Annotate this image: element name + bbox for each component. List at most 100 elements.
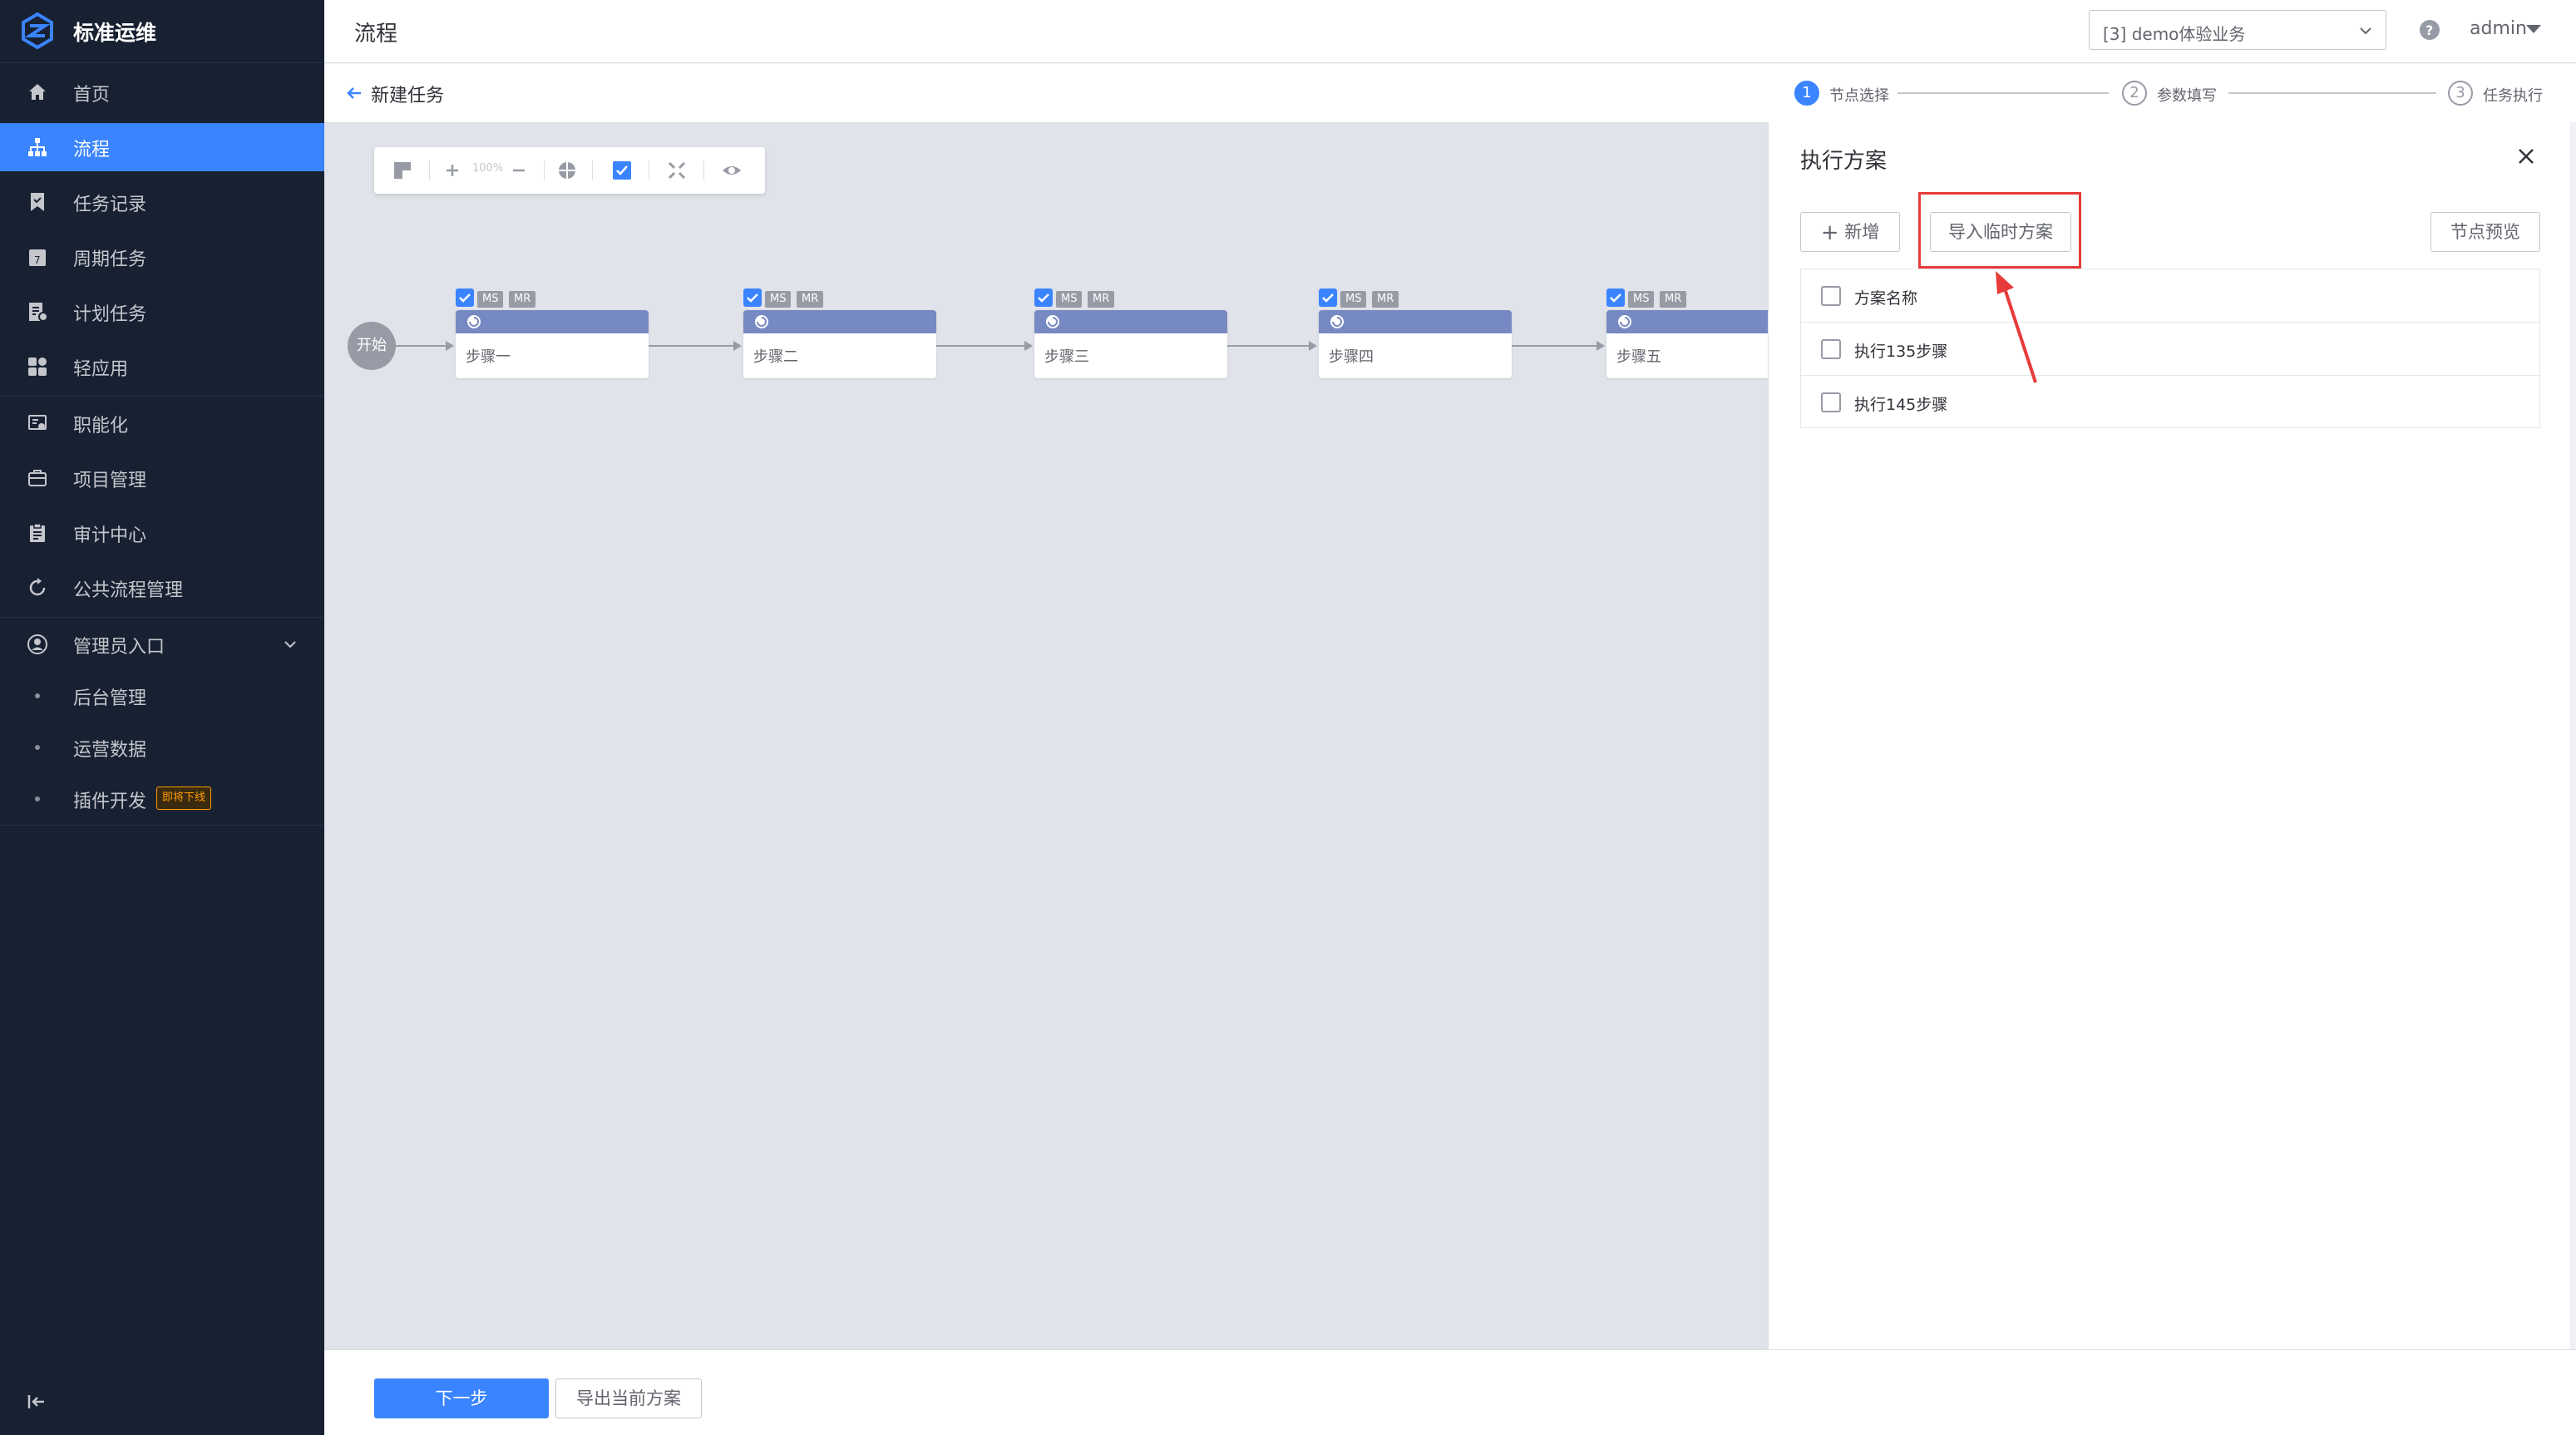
start-node[interactable]: 开始 [348, 322, 396, 370]
toolbar-divider [544, 160, 545, 180]
chevron-down-icon [284, 641, 296, 648]
sidebar-sub-item-backend[interactable]: 后台管理 [0, 672, 324, 718]
tag-mr: MR [797, 291, 824, 308]
sidebar-item-project-management[interactable]: 项目管理 [0, 454, 324, 502]
page-title: 流程 [354, 22, 398, 47]
sidebar-sub-item-plugin-dev[interactable]: 插件开发 即将下线 [0, 775, 324, 821]
node-label: 步骤二 [753, 348, 798, 366]
status-badge: 即将下线 [156, 787, 212, 810]
flow-node[interactable]: 步骤四 [1319, 310, 1512, 378]
node-type-icon [1046, 315, 1059, 328]
sidebar-item-audit-center[interactable]: 审计中心 [0, 509, 324, 557]
execution-plan-panel: 执行方案 + 新增 导入临时方案 节点预览 方案名称 执行135步骤 执行145… [1768, 122, 2570, 1349]
function-icon [28, 415, 47, 430]
plan-checkbox[interactable] [1821, 339, 1841, 359]
business-select-value: [3] demo体验业务 [2103, 24, 2246, 44]
fullscreen-icon[interactable] [665, 159, 688, 182]
column-header: 方案名称 [1854, 289, 1918, 308]
caret-down-icon[interactable] [2526, 25, 2541, 33]
node-checkbox-icon[interactable] [1319, 288, 1337, 307]
sidebar-item-task-records[interactable]: 任务记录 [0, 178, 324, 226]
node-preview-button[interactable]: 节点预览 [2430, 212, 2540, 252]
zoom-level: 100% [472, 162, 504, 175]
logo[interactable]: 标准运维 [0, 0, 324, 63]
node-header [1319, 310, 1512, 333]
step-connector [2228, 92, 2436, 94]
node-header [456, 310, 649, 333]
sidebar-item-light-apps[interactable]: 轻应用 [0, 343, 324, 391]
node-label: 步骤四 [1329, 348, 1374, 366]
flow-edge [649, 345, 735, 347]
node-type-icon [467, 315, 481, 328]
flow-canvas[interactable]: 100% 开始 MS MR 步骤一 MS MR 步骤二 MS MR 步骤三 MS… [324, 122, 1768, 1349]
sidebar-item-flow[interactable]: 流程 [0, 123, 324, 171]
scrollbar[interactable] [2570, 122, 2576, 1349]
zoom-out-icon[interactable] [507, 159, 530, 182]
add-plan-button[interactable]: + 新增 [1800, 212, 1900, 252]
node-checkbox-icon[interactable] [1606, 288, 1625, 307]
sidebar-item-planned-tasks[interactable]: 计划任务 [0, 288, 324, 336]
step-number: 3 [2448, 81, 2473, 106]
plan-row[interactable]: 执行135步骤 [1801, 323, 2539, 376]
select-all-checkbox-icon[interactable] [610, 159, 634, 182]
plus-icon: + [1820, 220, 1839, 245]
sidebar-item-label: 后台管理 [73, 688, 147, 709]
node-checkbox-icon[interactable] [1034, 288, 1053, 307]
reset-view-icon[interactable] [555, 159, 579, 182]
back-arrow-icon[interactable] [344, 83, 364, 103]
tag-ms: MS [477, 291, 504, 308]
step-label: 节点选择 [1829, 87, 1889, 105]
sidebar-item-label: 公共流程管理 [73, 580, 184, 601]
business-select[interactable]: [3] demo体验业务 [2089, 10, 2386, 50]
plan-icon [29, 303, 48, 322]
layout-icon[interactable] [391, 159, 414, 182]
bullet-icon [35, 693, 40, 698]
sidebar-item-periodic-tasks[interactable]: 7 周期任务 [0, 233, 324, 281]
preview-eye-icon[interactable] [720, 159, 743, 182]
node-checkbox-icon[interactable] [743, 288, 762, 307]
zoom-in-icon[interactable] [441, 159, 464, 182]
user-name[interactable]: admin [2470, 18, 2527, 39]
export-plan-button[interactable]: 导出当前方案 [555, 1378, 702, 1418]
select-all-checkbox[interactable] [1821, 286, 1841, 306]
collapse-sidebar-icon[interactable] [25, 1390, 48, 1413]
sidebar-item-public-flow[interactable]: 公共流程管理 [0, 564, 324, 612]
sidebar-item-label: 计划任务 [73, 304, 147, 325]
flow-node[interactable]: 步骤三 [1034, 310, 1227, 378]
sidebar-item-functionalization[interactable]: 职能化 [0, 399, 324, 447]
bullet-icon [35, 796, 40, 801]
flow-node[interactable]: 步骤五 [1606, 310, 1768, 378]
sidebar-item-label: 管理员入口 [73, 637, 165, 658]
step-connector [1897, 92, 2109, 94]
sidebar-item-label: 职能化 [73, 416, 129, 436]
plan-checkbox[interactable] [1821, 392, 1841, 412]
sidebar-item-admin-entry[interactable]: 管理员入口 [0, 620, 324, 668]
sidebar-sub-item-operations-data[interactable]: 运营数据 [0, 723, 324, 770]
flow-edge [396, 345, 449, 347]
sidebar-item-label: 周期任务 [73, 249, 147, 270]
plan-row[interactable]: 执行145步骤 [1801, 376, 2539, 429]
help-icon[interactable]: ? [2418, 18, 2441, 42]
close-icon[interactable] [2515, 145, 2537, 167]
flow-node[interactable]: 步骤一 [456, 310, 649, 378]
node-checkbox-icon[interactable] [456, 288, 474, 307]
home-icon [29, 84, 46, 100]
nav-divider [0, 396, 324, 397]
flow-node[interactable]: 步骤二 [743, 310, 936, 378]
toolbar-divider [703, 160, 704, 180]
canvas-toolbar: 100% [374, 147, 765, 194]
sidebar-item-home[interactable]: 首页 [0, 68, 324, 116]
nav-divider [0, 825, 324, 826]
plan-name: 执行145步骤 [1854, 396, 1948, 414]
cycle-icon [29, 578, 46, 596]
sidebar-item-label: 任务记录 [73, 195, 147, 215]
user-circle-icon [27, 634, 47, 654]
briefcase-icon [28, 470, 47, 486]
sidebar-item-label: 项目管理 [73, 471, 147, 491]
panel-title: 执行方案 [1800, 149, 1888, 174]
sidebar-item-label: 插件开发 [73, 791, 147, 812]
back-label[interactable]: 新建任务 [371, 81, 444, 107]
edge-arrow-icon [1596, 341, 1605, 351]
next-step-button[interactable]: 下一步 [374, 1378, 549, 1418]
node-type-icon [1618, 315, 1631, 328]
